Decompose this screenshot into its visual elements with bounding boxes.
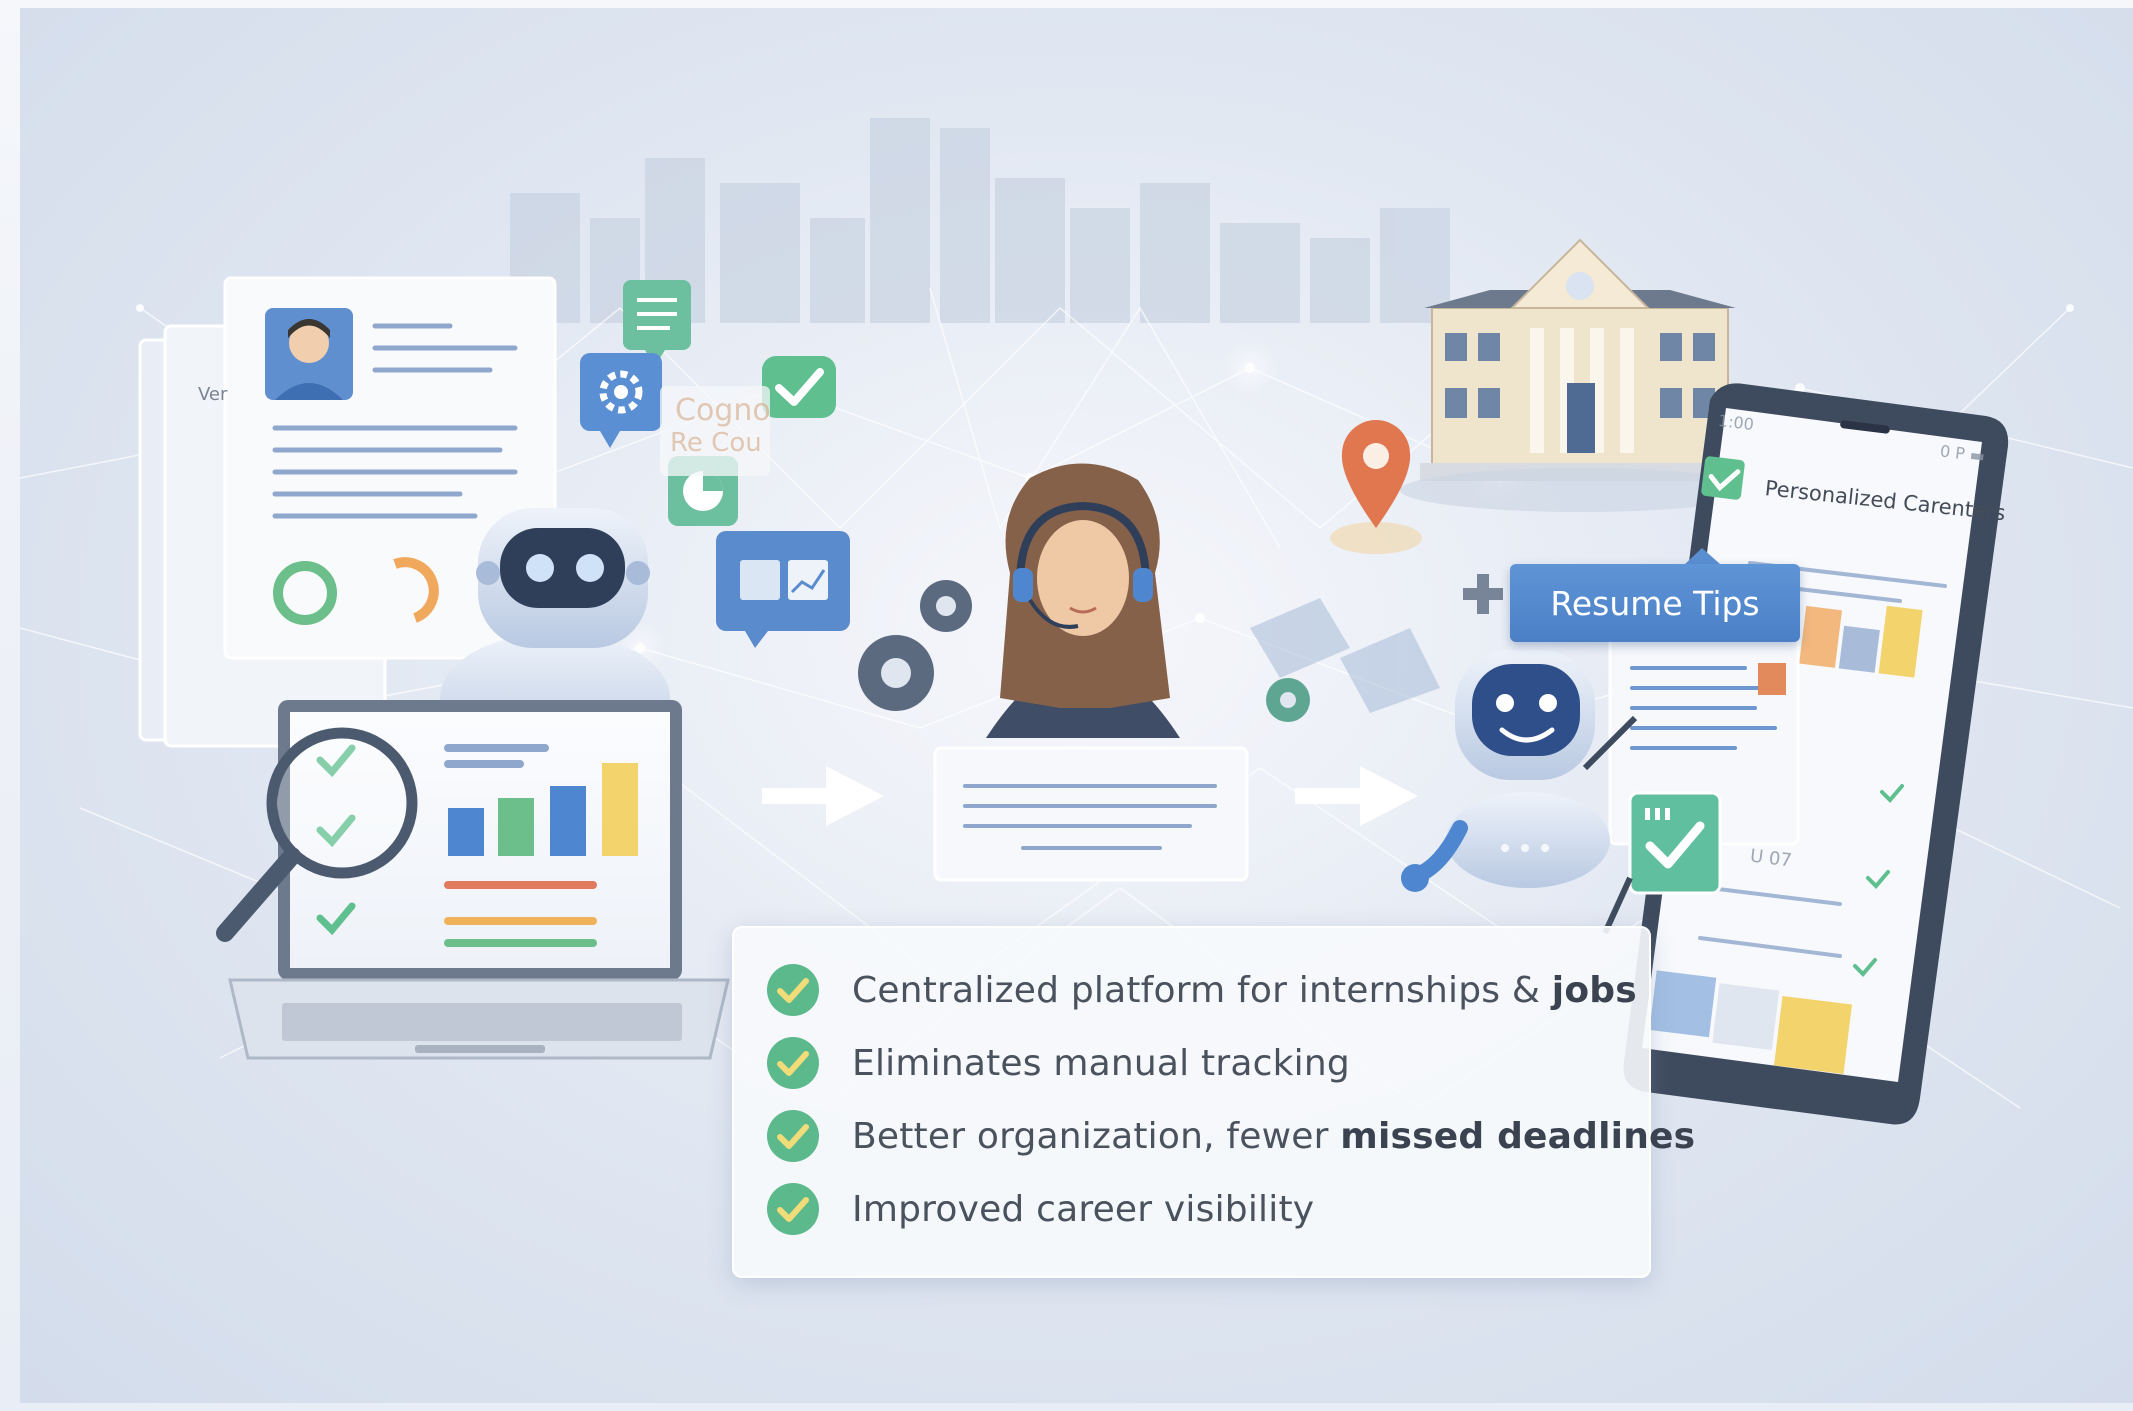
illustration-canvas: Ver Resume Tips Personalized Carenters 1…	[0, 0, 2133, 1411]
illustration-frame: Ver Resume Tips Personalized Carenters 1…	[20, 8, 2133, 1403]
benefits-checklist: Centralized platform for internships & j…	[732, 926, 1695, 1278]
phone-header-check	[1701, 456, 1745, 500]
check-circle-icon	[767, 1183, 819, 1235]
arrow-right-icon	[762, 766, 884, 826]
checklist-item: Better organization, fewer missed deadli…	[766, 1106, 1695, 1166]
resume-tips-banner: Resume Tips	[1510, 564, 1800, 642]
check-circle-icon	[767, 1110, 819, 1162]
checklist-item: Improved career visibility	[766, 1179, 1314, 1239]
check-circle-icon	[767, 1037, 819, 1089]
checklist-item: Centralized platform for internships & j…	[766, 960, 1637, 1020]
resume-avatar	[265, 308, 353, 400]
check-bubble-icon	[762, 356, 836, 418]
faded-card-line-2: Re Cou	[670, 428, 762, 458]
checklist-item: Eliminates manual tracking	[766, 1033, 1350, 1093]
checklist-item-text: Centralized platform for internships & j…	[852, 969, 1637, 1011]
plus-icon	[1463, 574, 1503, 614]
support-agent	[986, 463, 1180, 738]
checklist-item-text: Better organization, fewer missed deadli…	[852, 1115, 1696, 1157]
folder-chart-bubble	[716, 531, 850, 648]
agent-desk-card	[933, 746, 1249, 882]
gear-icon	[858, 580, 972, 711]
small-gear-icon	[1266, 678, 1310, 722]
checklist-item-text: Eliminates manual tracking	[852, 1042, 1350, 1084]
side-label: Ver	[198, 384, 228, 405]
checklist-item-text: Improved career visibility	[852, 1188, 1315, 1230]
arrow-right-icon-2	[1295, 766, 1418, 826]
check-circle-icon	[767, 964, 819, 1016]
resume-tips-label: Resume Tips	[1550, 583, 1760, 623]
faded-card-line-1: Cogno	[675, 393, 771, 428]
gear-bubble-icon	[580, 353, 662, 448]
